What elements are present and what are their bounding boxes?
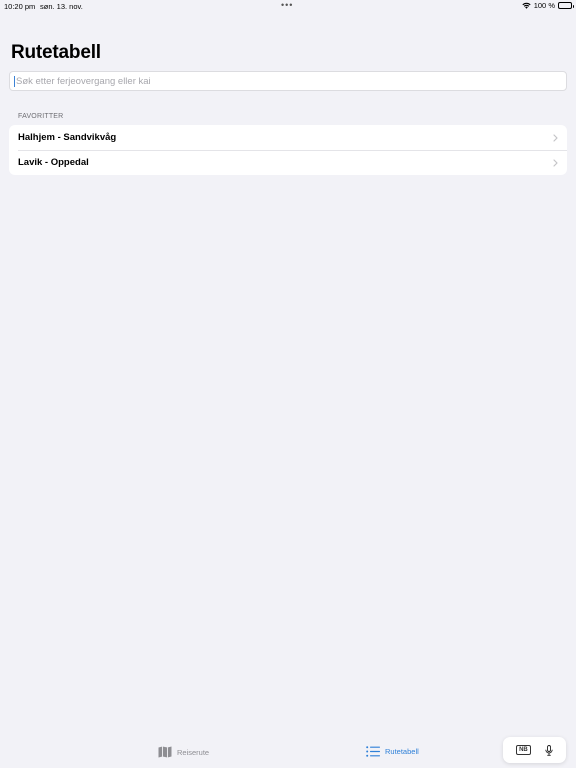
multitasking-dots[interactable]: •••: [281, 0, 293, 10]
favorite-item-label: Halhjem - Sandvikvåg: [18, 132, 117, 143]
page-title: Rutetabell: [11, 42, 101, 63]
tab-rutetabell[interactable]: Rutetabell: [366, 746, 419, 757]
favorite-item-lavik-oppedal[interactable]: Lavik - Oppedal: [9, 150, 567, 175]
status-bar: 10:20 pm søn. 13. nov. ••• 100 %: [0, 0, 576, 12]
favorite-item-label: Lavik - Oppedal: [18, 157, 89, 168]
tab-label: Reiserute: [177, 747, 210, 757]
favorites-list: Halhjem - Sandvikvåg Lavik - Oppedal: [9, 125, 567, 175]
favorites-header: FAVORITTER: [18, 113, 64, 120]
text-caret: [14, 75, 15, 87]
search-input[interactable]: [16, 75, 556, 87]
map-icon: [158, 746, 172, 758]
screen: 10:20 pm søn. 13. nov. ••• 100 % Rutetab…: [0, 0, 576, 768]
favorite-item-halhjem-sandvikvag[interactable]: Halhjem - Sandvikvåg: [9, 125, 567, 150]
status-date: søn. 13. nov.: [40, 2, 83, 11]
chevron-right-icon: [553, 158, 558, 167]
tab-label: Rutetabell: [385, 747, 419, 756]
search-field[interactable]: [9, 71, 567, 91]
keyboard-assistant: NB: [503, 737, 566, 763]
battery-icon: [558, 2, 574, 9]
tab-bar: Reiserute Rutetabell: [0, 737, 576, 768]
status-time: 10:20 pm: [4, 2, 36, 11]
tab-reiserute[interactable]: Reiserute: [158, 746, 209, 758]
list-icon: [366, 746, 380, 757]
wifi-icon: [522, 2, 531, 9]
status-right: 100 %: [522, 1, 574, 10]
mic-icon[interactable]: [545, 744, 553, 756]
chevron-right-icon: [553, 133, 558, 142]
keyboard-language-icon[interactable]: NB: [516, 745, 531, 755]
battery-percent: 100 %: [533, 1, 555, 10]
